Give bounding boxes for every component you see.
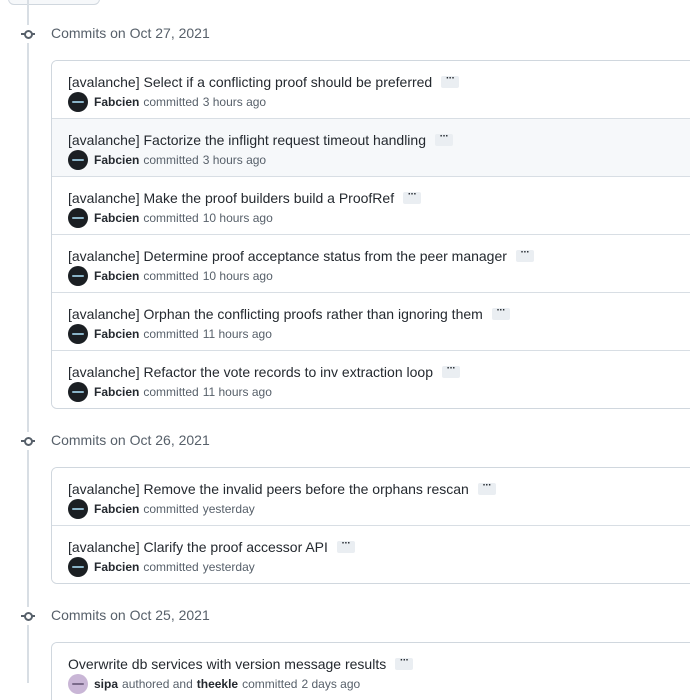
commit-title-link[interactable]: [avalanche] Orphan the conflicting proof… (68, 306, 483, 322)
expand-message-button[interactable]: ··· (395, 656, 414, 670)
commit-time: 3 hours ago (202, 153, 267, 167)
commit-row: [avalanche] Make the proof builders buil… (52, 176, 690, 234)
commit-time: yesterday (202, 502, 255, 516)
commit-row: [avalanche] Factorize the inflight reque… (52, 118, 690, 176)
expand-message-button[interactable]: ··· (491, 306, 510, 320)
commit-row: [avalanche] Determine proof acceptance s… (52, 234, 690, 292)
committer-link[interactable]: theekle (197, 677, 238, 691)
commit-title-link[interactable]: [avalanche] Select if a conflicting proo… (68, 74, 432, 90)
commit-title-link[interactable]: [avalanche] Remove the invalid peers bef… (68, 481, 469, 497)
commit-verb: committed (143, 211, 199, 225)
commit-title-link[interactable]: [avalanche] Make the proof builders buil… (68, 190, 394, 206)
author-link[interactable]: Fabcien (94, 211, 139, 225)
commit-verb: committed (143, 327, 199, 341)
expand-message-button[interactable]: ··· (403, 190, 422, 204)
author-avatar[interactable] (68, 324, 88, 344)
commit-list: [avalanche] Select if a conflicting proo… (51, 60, 690, 409)
commit-title-link[interactable]: [avalanche] Factorize the inflight reque… (68, 132, 426, 148)
commit-time: 10 hours ago (202, 269, 273, 283)
git-commit-icon (18, 25, 38, 43)
author-link[interactable]: Fabcien (94, 385, 139, 399)
commit-row: Overwrite db services with version messa… (52, 643, 690, 700)
author-link[interactable]: Fabcien (94, 95, 139, 109)
commit-time: 11 hours ago (202, 385, 272, 399)
commit-verb: authored and (122, 677, 193, 691)
author-link[interactable]: Fabcien (94, 327, 139, 341)
commit-verb: committed (143, 502, 199, 516)
commit-row: [avalanche] Remove the invalid peers bef… (52, 468, 690, 525)
git-commit-icon (18, 607, 38, 625)
author-avatar[interactable] (68, 382, 88, 402)
commit-title-link[interactable]: [avalanche] Clarify the proof accessor A… (68, 539, 328, 555)
commit-title-link[interactable]: [avalanche] Refactor the vote records to… (68, 364, 433, 380)
commit-group-date: Commits on Oct 25, 2021 (51, 607, 210, 623)
commit-time: yesterday (202, 560, 255, 574)
commit-group-date: Commits on Oct 26, 2021 (51, 432, 210, 448)
author-link[interactable]: sipa (94, 677, 118, 691)
commit-row: [avalanche] Select if a conflicting proo… (52, 61, 690, 118)
author-link[interactable]: Fabcien (94, 502, 139, 516)
timeline-line (27, 0, 29, 683)
commit-verb: committed (242, 677, 298, 691)
commit-group-header: Commits on Oct 27, 2021 (0, 22, 690, 46)
commit-title-link[interactable]: [avalanche] Determine proof acceptance s… (68, 248, 507, 264)
author-avatar[interactable] (68, 208, 88, 228)
commit-verb: committed (143, 153, 199, 167)
author-avatar[interactable] (68, 266, 88, 286)
commit-list: Overwrite db services with version messa… (51, 642, 690, 700)
expand-message-button[interactable]: ··· (441, 74, 460, 88)
expand-message-button[interactable]: ··· (336, 539, 355, 553)
top-button-stub[interactable] (8, 0, 100, 5)
commit-title-link[interactable]: Overwrite db services with version messa… (68, 656, 386, 672)
expand-message-button[interactable]: ··· (441, 364, 460, 378)
commit-verb: committed (143, 560, 199, 574)
commit-verb: committed (143, 95, 199, 109)
commit-verb: committed (143, 385, 199, 399)
author-link[interactable]: Fabcien (94, 269, 139, 283)
commit-row: [avalanche] Clarify the proof accessor A… (52, 525, 690, 583)
expand-message-button[interactable]: ··· (515, 248, 534, 262)
author-avatar[interactable] (68, 92, 88, 112)
expand-message-button[interactable]: ··· (477, 481, 496, 495)
commit-time: 3 hours ago (202, 95, 267, 109)
commit-list: [avalanche] Remove the invalid peers bef… (51, 467, 690, 584)
expand-message-button[interactable]: ··· (435, 132, 453, 146)
author-avatar[interactable] (68, 150, 88, 170)
author-avatar[interactable] (68, 557, 88, 577)
commit-verb: committed (143, 269, 199, 283)
author-link[interactable]: Fabcien (94, 153, 139, 167)
author-avatar[interactable] (68, 674, 88, 694)
commit-time: 11 hours ago (202, 327, 272, 341)
commit-time: 10 hours ago (202, 211, 273, 225)
commit-group-header: Commits on Oct 26, 2021 (0, 429, 690, 453)
author-avatar[interactable] (68, 499, 88, 519)
commit-time: 2 days ago (301, 677, 361, 691)
commit-row: [avalanche] Refactor the vote records to… (52, 350, 690, 408)
git-commit-icon (18, 432, 38, 450)
commit-group-date: Commits on Oct 27, 2021 (51, 25, 210, 41)
author-link[interactable]: Fabcien (94, 560, 139, 574)
commit-row: [avalanche] Orphan the conflicting proof… (52, 292, 690, 350)
commit-group-header: Commits on Oct 25, 2021 (0, 604, 690, 628)
